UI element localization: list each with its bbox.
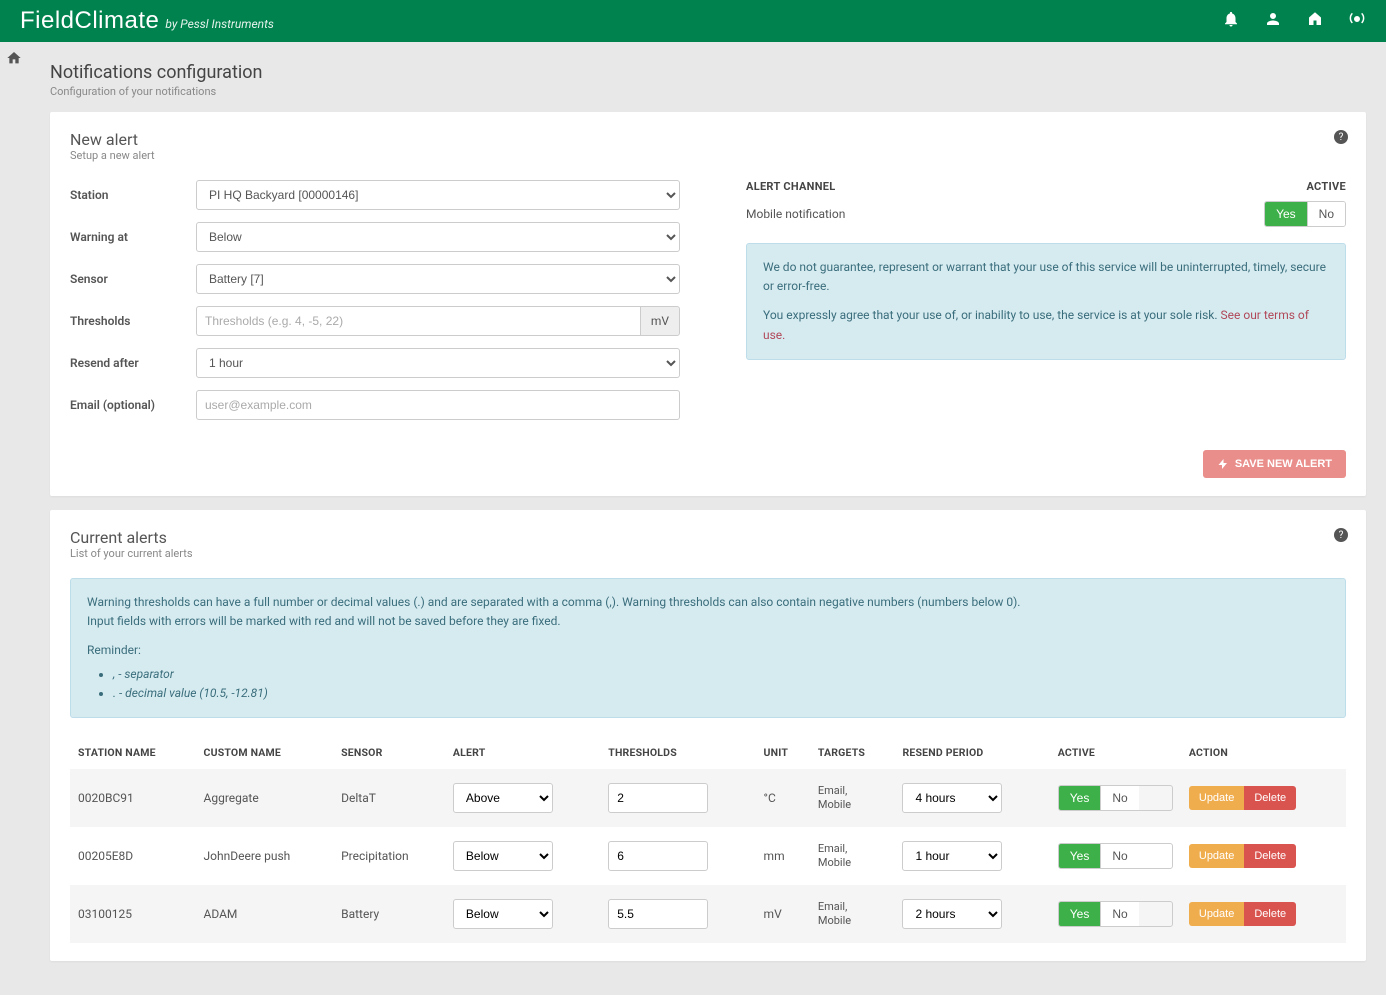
cell-targets: Email,Mobile — [810, 827, 895, 885]
topbar: FieldClimate by Pessl Instruments — [0, 0, 1386, 42]
new-alert-subtitle: Setup a new alert — [70, 149, 1346, 162]
cell-sensor: Precipitation — [333, 827, 445, 885]
alerts-table: STATION NAME CUSTOM NAME SENSOR ALERT TH… — [70, 736, 1346, 943]
brand-name: FieldClimate — [20, 7, 159, 35]
active-header: ACTIVE — [1306, 180, 1346, 193]
new-alert-title: New alert — [70, 130, 1346, 149]
thresholds-input[interactable] — [196, 306, 640, 336]
col-unit: UNIT — [756, 736, 810, 769]
cell-targets: Email,Mobile — [810, 885, 895, 943]
col-custom: CUSTOM NAME — [196, 736, 334, 769]
resend-after-select[interactable]: 1 hour — [196, 348, 680, 378]
resend-select[interactable]: 1 hour — [902, 841, 1002, 871]
sensor-label: Sensor — [70, 272, 196, 286]
thresholds-input[interactable] — [608, 899, 708, 929]
current-alerts-card: ? Current alerts List of your current al… — [50, 510, 1366, 961]
resend-select[interactable]: 4 hours — [902, 783, 1002, 813]
toggle-no[interactable]: No — [1100, 844, 1138, 868]
warning-at-label: Warning at — [70, 230, 196, 244]
station-select[interactable]: PI HQ Backyard [00000146] — [196, 180, 680, 210]
disclaimer-box: We do not guarantee, represent or warran… — [746, 243, 1346, 360]
sensor-select[interactable]: Battery [7] — [196, 264, 680, 294]
logo[interactable]: FieldClimate by Pessl Instruments — [20, 7, 274, 35]
thresholds-unit: mV — [640, 306, 680, 336]
help-icon[interactable]: ? — [1334, 528, 1348, 542]
home-icon[interactable] — [6, 50, 22, 70]
col-sensor: SENSOR — [333, 736, 445, 769]
resend-select[interactable]: 2 hours — [902, 899, 1002, 929]
active-toggle[interactable]: YesNo — [1058, 785, 1173, 811]
thresholds-tip-box: Warning thresholds can have a full numbe… — [70, 578, 1346, 718]
email-input[interactable] — [196, 390, 680, 420]
table-row: 00205E8DJohnDeere pushPrecipitation Below… — [70, 827, 1346, 885]
table-row: 0020BC91AggregateDeltaT Above °CEmail,Mobi… — [70, 769, 1346, 827]
email-label: Email (optional) — [70, 398, 196, 412]
user-icon[interactable] — [1264, 10, 1282, 32]
active-toggle[interactable]: YesNo — [1058, 901, 1173, 927]
toggle-no[interactable]: No — [1307, 202, 1345, 226]
toggle-yes[interactable]: Yes — [1265, 202, 1307, 226]
col-resend: RESEND PERIOD — [894, 736, 1049, 769]
mobile-notification-toggle[interactable]: Yes No — [1264, 201, 1346, 227]
toggle-no[interactable]: No — [1100, 902, 1138, 926]
table-row: 03100125ADAMBattery Below mVEmail,Mobile2 … — [70, 885, 1346, 943]
col-alert: ALERT — [445, 736, 600, 769]
alert-select[interactable]: Above — [453, 783, 553, 813]
delete-button[interactable]: Delete — [1244, 786, 1296, 810]
cell-custom: JohnDeere push — [196, 827, 334, 885]
cell-sensor: DeltaT — [333, 769, 445, 827]
col-thresholds: THRESHOLDS — [600, 736, 755, 769]
cell-targets: Email,Mobile — [810, 769, 895, 827]
toggle-yes[interactable]: Yes — [1059, 844, 1101, 868]
broadcast-icon[interactable] — [1348, 10, 1366, 32]
col-station: STATION NAME — [70, 736, 196, 769]
toggle-no[interactable]: No — [1100, 786, 1138, 810]
thresholds-input[interactable] — [608, 783, 708, 813]
station-label: Station — [70, 188, 196, 202]
update-button[interactable]: Update — [1189, 844, 1244, 868]
toggle-yes[interactable]: Yes — [1059, 902, 1101, 926]
new-alert-card: ? New alert Setup a new alert Station PI… — [50, 112, 1366, 496]
alert-select[interactable]: Below — [453, 899, 553, 929]
cell-station: 0020BC91 — [70, 769, 196, 827]
update-button[interactable]: Update — [1189, 902, 1244, 926]
col-action: ACTION — [1181, 736, 1346, 769]
alert-channel-header: ALERT CHANNEL — [746, 180, 1306, 193]
save-new-alert-button[interactable]: SAVE NEW ALERT — [1203, 450, 1346, 478]
station-icon[interactable] — [1306, 10, 1324, 32]
col-active: ACTIVE — [1050, 736, 1181, 769]
delete-button[interactable]: Delete — [1244, 902, 1296, 926]
bell-icon[interactable] — [1222, 10, 1240, 32]
thresholds-input[interactable] — [608, 841, 708, 871]
cell-station: 00205E8D — [70, 827, 196, 885]
col-targets: TARGETS — [810, 736, 895, 769]
active-toggle[interactable]: YesNo — [1058, 843, 1173, 869]
lightning-icon — [1217, 458, 1229, 470]
resend-after-label: Resend after — [70, 356, 196, 370]
disclaimer-p1: We do not guarantee, represent or warran… — [763, 258, 1329, 296]
thresholds-label: Thresholds — [70, 314, 196, 328]
cell-sensor: Battery — [333, 885, 445, 943]
disclaimer-p2: You expressly agree that your use of, or… — [763, 306, 1329, 344]
brand-byline: by Pessl Instruments — [165, 17, 274, 31]
page-header: Notifications configuration Configuratio… — [50, 62, 1366, 98]
leftbar — [0, 42, 28, 995]
delete-button[interactable]: Delete — [1244, 844, 1296, 868]
cell-unit: °C — [756, 769, 810, 827]
help-icon[interactable]: ? — [1334, 130, 1348, 144]
update-button[interactable]: Update — [1189, 786, 1244, 810]
cell-station: 03100125 — [70, 885, 196, 943]
toggle-yes[interactable]: Yes — [1059, 786, 1101, 810]
page-title: Notifications configuration — [50, 62, 1366, 83]
cell-custom: Aggregate — [196, 769, 334, 827]
current-alerts-subtitle: List of your current alerts — [70, 547, 1346, 560]
warning-at-select[interactable]: Below — [196, 222, 680, 252]
page-subtitle: Configuration of your notifications — [50, 85, 1366, 98]
cell-custom: ADAM — [196, 885, 334, 943]
alert-select[interactable]: Below — [453, 841, 553, 871]
current-alerts-title: Current alerts — [70, 528, 1346, 547]
cell-unit: mV — [756, 885, 810, 943]
cell-unit: mm — [756, 827, 810, 885]
mobile-notification-label: Mobile notification — [746, 207, 1264, 221]
